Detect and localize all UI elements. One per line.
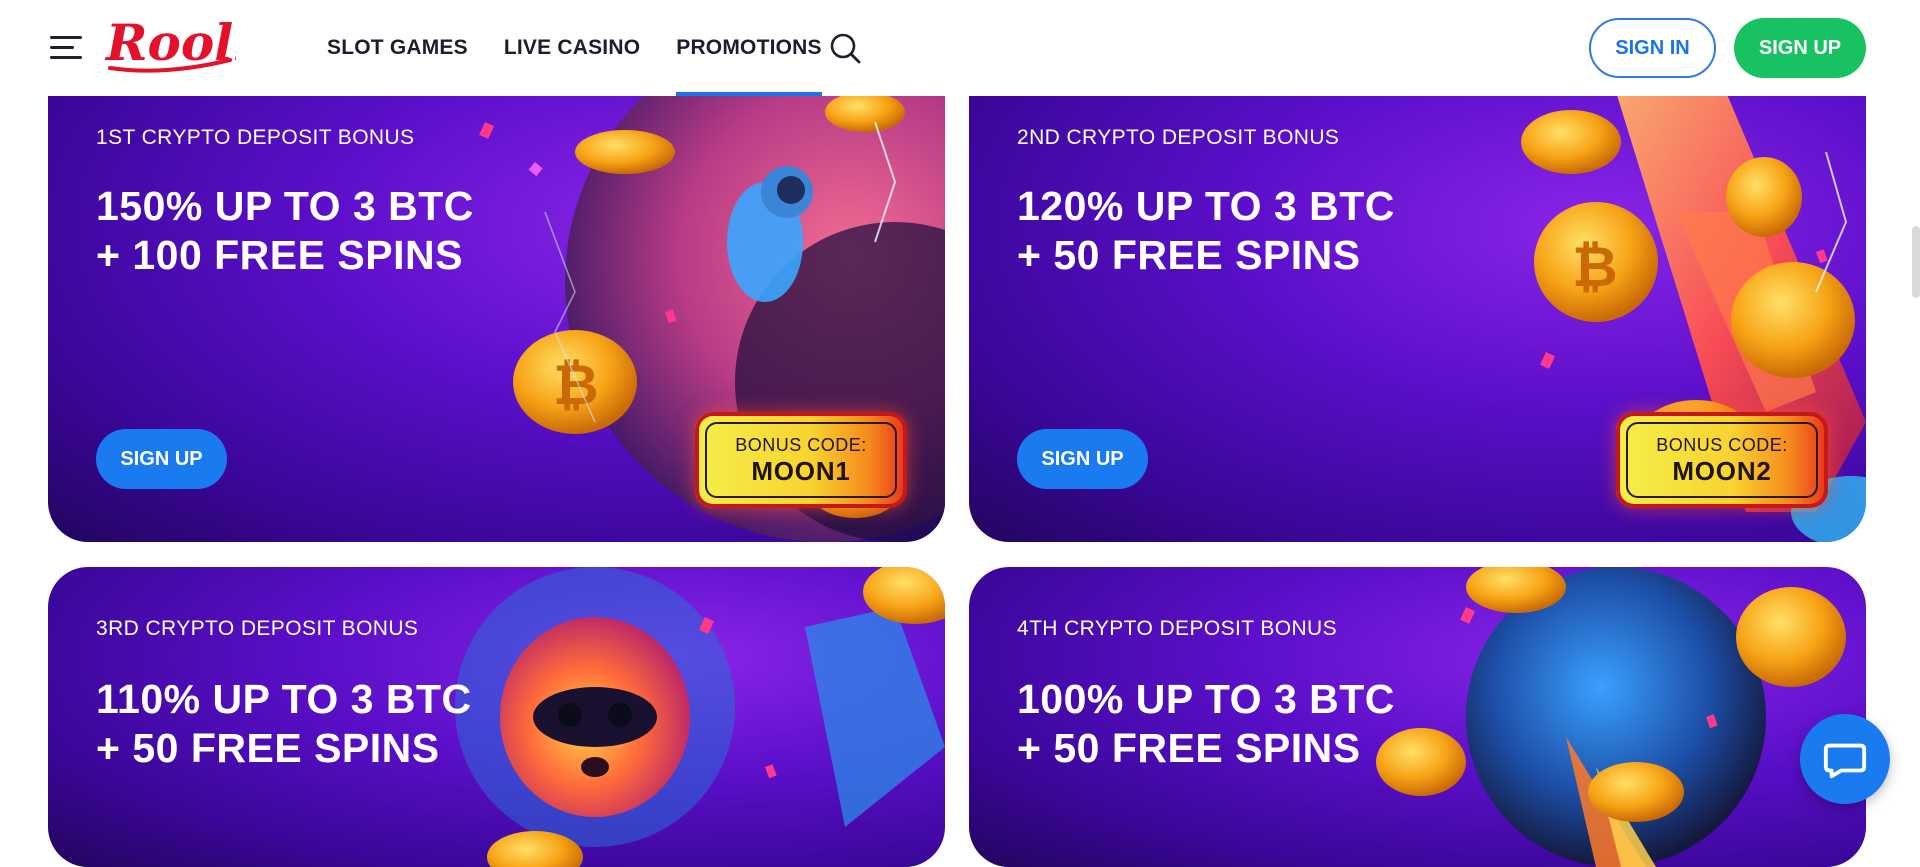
sign-up-button[interactable]: SIGN UP	[1734, 18, 1866, 78]
promo-headline-line1: 120% UP TO 3 BTC	[1017, 183, 1395, 229]
promo-subtitle: 4TH CRYPTO DEPOSIT BONUS	[1017, 617, 1338, 640]
svg-text:₿: ₿	[1572, 235, 1618, 300]
site-header: Rooli SLOT GAMES LIVE CASINO PROMOTIONS …	[0, 0, 1920, 96]
page-scrollbar[interactable]	[1912, 226, 1920, 298]
nav-promotions[interactable]: PROMOTIONS	[676, 0, 822, 96]
promo-headline-line1: 110% UP TO 3 BTC	[96, 676, 472, 722]
rooli-logo[interactable]: Rooli	[104, 13, 252, 78]
promo-card-2: ₿ 2ND CRYPTO DEPOSIT BONUS 120% UP TO 3 …	[969, 92, 1866, 542]
nav-live-casino[interactable]: LIVE CASINO	[504, 0, 640, 96]
promo-headline: 110% UP TO 3 BTC + 50 FREE SPINS	[96, 675, 472, 773]
promo-sign-up-button[interactable]: SIGN UP	[96, 429, 227, 489]
promo-subtitle: 1ST CRYPTO DEPOSIT BONUS	[96, 126, 415, 149]
svg-text:₿: ₿	[553, 353, 599, 418]
promo-headline-line2: + 50 FREE SPINS	[1017, 232, 1361, 278]
promo-sign-up-button[interactable]: SIGN UP	[1017, 429, 1148, 489]
raccoon-astronaut-illustration	[455, 567, 945, 867]
promo-headline-line2: + 50 FREE SPINS	[1017, 725, 1361, 771]
bonus-code-badge[interactable]: BONUS CODE: MOON1	[695, 412, 907, 508]
bonus-code-value: MOON1	[751, 456, 851, 486]
promo-headline-line2: + 50 FREE SPINS	[96, 725, 440, 771]
bonus-code-label: BONUS CODE:	[1656, 435, 1788, 455]
bonus-code-label: BONUS CODE:	[735, 435, 867, 455]
promo-headline-line2: + 100 FREE SPINS	[96, 232, 463, 278]
sign-in-button[interactable]: SIGN IN	[1589, 18, 1716, 78]
search-icon[interactable]	[829, 32, 861, 64]
promo-card-3: 3RD CRYPTO DEPOSIT BONUS 110% UP TO 3 BT…	[48, 567, 945, 867]
promo-subtitle: 2ND CRYPTO DEPOSIT BONUS	[1017, 126, 1340, 149]
chat-icon[interactable]	[1800, 714, 1890, 804]
hamburger-menu-icon[interactable]	[50, 36, 82, 60]
bonus-code-value: MOON2	[1672, 456, 1772, 486]
promo-card-4: 4TH CRYPTO DEPOSIT BONUS 100% UP TO 3 BT…	[969, 567, 1866, 867]
nav-slot-games[interactable]: SLOT GAMES	[327, 0, 468, 96]
promo-subtitle: 3RD CRYPTO DEPOSIT BONUS	[96, 617, 419, 640]
promo-headline: 100% UP TO 3 BTC + 50 FREE SPINS	[1017, 675, 1395, 773]
promo-headline: 150% UP TO 3 BTC + 100 FREE SPINS	[96, 182, 474, 280]
promo-headline: 120% UP TO 3 BTC + 50 FREE SPINS	[1017, 182, 1395, 280]
promo-card-1: ₿ 1ST CRYPTO DEPOSIT BONUS 150% UP TO 3 …	[48, 92, 945, 542]
main-nav: SLOT GAMES LIVE CASINO PROMOTIONS	[327, 0, 858, 96]
bonus-code-badge[interactable]: BONUS CODE: MOON2	[1616, 412, 1828, 508]
asteroid-coins-illustration	[1376, 567, 1846, 867]
promo-headline-line1: 150% UP TO 3 BTC	[96, 183, 474, 229]
promo-headline-line1: 100% UP TO 3 BTC	[1017, 676, 1395, 722]
